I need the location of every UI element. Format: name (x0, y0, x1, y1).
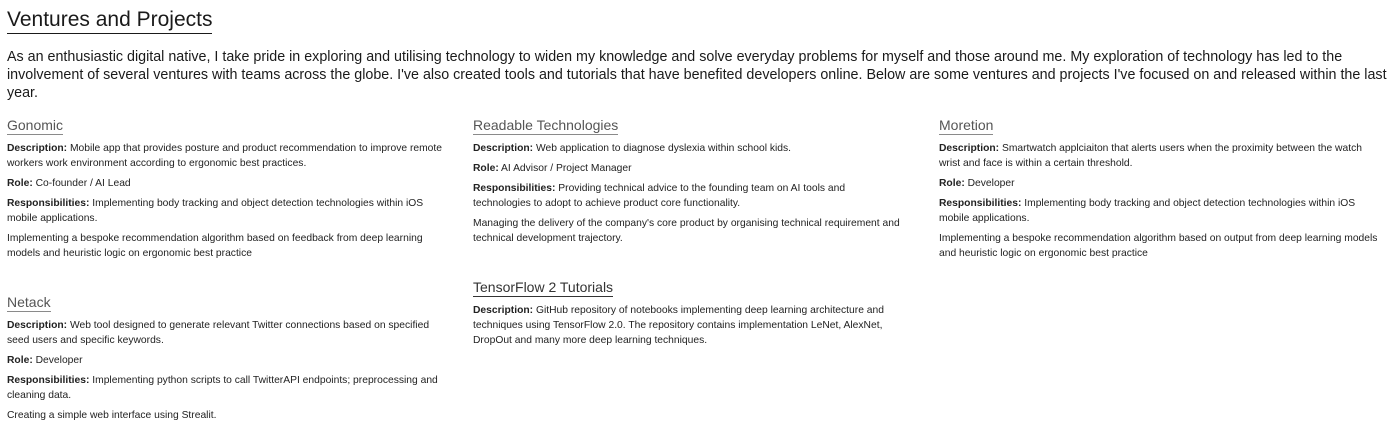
project-role: Role: Developer (7, 353, 447, 368)
role-text: Co-founder / AI Lead (35, 178, 131, 189)
project-title-gonomic[interactable]: Gonomic (7, 116, 64, 135)
project-moretion: Moretion Description: Smartwatch applcia… (939, 116, 1379, 266)
responsibilities-label: Responsibilities: (7, 375, 90, 386)
role-text: AI Advisor / Project Manager (501, 163, 632, 174)
project-title-netack[interactable]: Netack (7, 293, 51, 312)
description-text: Mobile app that provides posture and pro… (7, 143, 442, 169)
project-title-moretion[interactable]: Moretion (939, 116, 994, 135)
description-label: Description: (939, 143, 1000, 154)
description-text: GitHub repository of notebooks implement… (473, 305, 884, 346)
project-description: Description: Web application to diagnose… (473, 141, 903, 156)
description-label: Description: (7, 320, 68, 331)
role-text: Developer (35, 355, 83, 366)
project-responsibilities: Responsibilities: Implementing body trac… (939, 196, 1379, 226)
project-netack: Netack Description: Web tool designed to… (7, 293, 447, 428)
role-label: Role: (7, 355, 33, 366)
role-label: Role: (939, 178, 965, 189)
project-role: Role: AI Advisor / Project Manager (473, 161, 903, 176)
project-role: Role: Developer (939, 176, 1379, 191)
project-description: Description: GitHub repository of notebo… (473, 303, 903, 348)
responsibilities-label: Responsibilities: (939, 198, 1022, 209)
description-label: Description: (473, 305, 534, 316)
role-label: Role: (7, 178, 33, 189)
project-tensorflow-tutorials: TensorFlow 2 Tutorials Description: GitH… (473, 278, 903, 353)
role-label: Role: (473, 163, 499, 174)
project-note: Implementing a bespoke recommendation al… (7, 233, 423, 259)
description-text: Web tool designed to generate relevant T… (7, 320, 430, 346)
page: Ventures and Projects As an enthusiastic… (0, 0, 1400, 442)
project-role: Role: Co-founder / AI Lead (7, 176, 447, 191)
project-description: Description: Smartwatch applciaiton that… (939, 141, 1379, 171)
description-text: Web application to diagnose dyslexia wit… (535, 143, 792, 154)
project-readable-technologies: Readable Technologies Description: Web a… (473, 116, 903, 251)
description-label: Description: (473, 143, 534, 154)
responsibilities-label: Responsibilities: (473, 183, 556, 194)
project-title-readable-technologies[interactable]: Readable Technologies (473, 116, 619, 135)
project-note: Implementing a bespoke recommendation al… (939, 233, 1378, 259)
role-text: Developer (967, 178, 1015, 189)
project-responsibilities: Responsibilities: Implementing body trac… (7, 196, 447, 226)
project-responsibilities: Responsibilities: Providing technical ad… (473, 181, 903, 211)
project-note: Managing the delivery of the company's c… (473, 218, 900, 244)
project-title-tensorflow-tutorials[interactable]: TensorFlow 2 Tutorials (473, 278, 614, 297)
project-gonomic: Gonomic Description: Mobile app that pro… (7, 116, 447, 266)
intro-paragraph: As an enthusiastic digital native, I tak… (7, 49, 1387, 101)
responsibilities-label: Responsibilities: (7, 198, 90, 209)
project-note: Creating a simple web interface using St… (7, 410, 217, 421)
project-responsibilities: Responsibilities: Implementing python sc… (7, 373, 447, 403)
description-text: Smartwatch applciaiton that alerts users… (939, 143, 1362, 169)
description-label: Description: (7, 143, 68, 154)
page-title: Ventures and Projects (7, 7, 213, 34)
project-description: Description: Web tool designed to genera… (7, 318, 447, 348)
project-description: Description: Mobile app that provides po… (7, 141, 447, 171)
